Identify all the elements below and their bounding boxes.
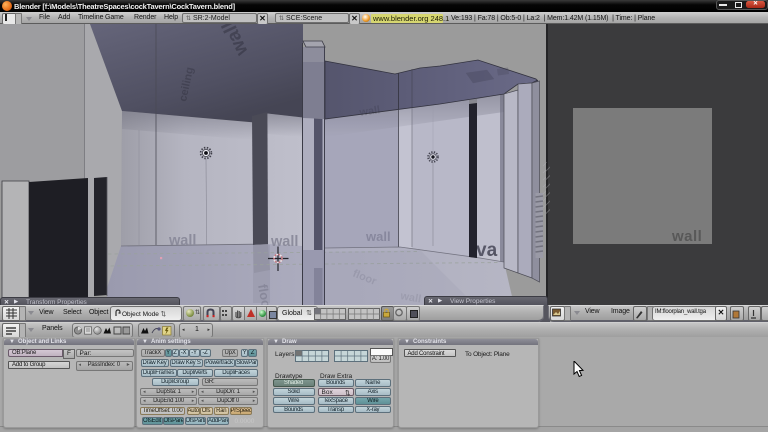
svg-text:wall: wall (168, 233, 196, 249)
svg-text:wall: wall (270, 234, 298, 250)
